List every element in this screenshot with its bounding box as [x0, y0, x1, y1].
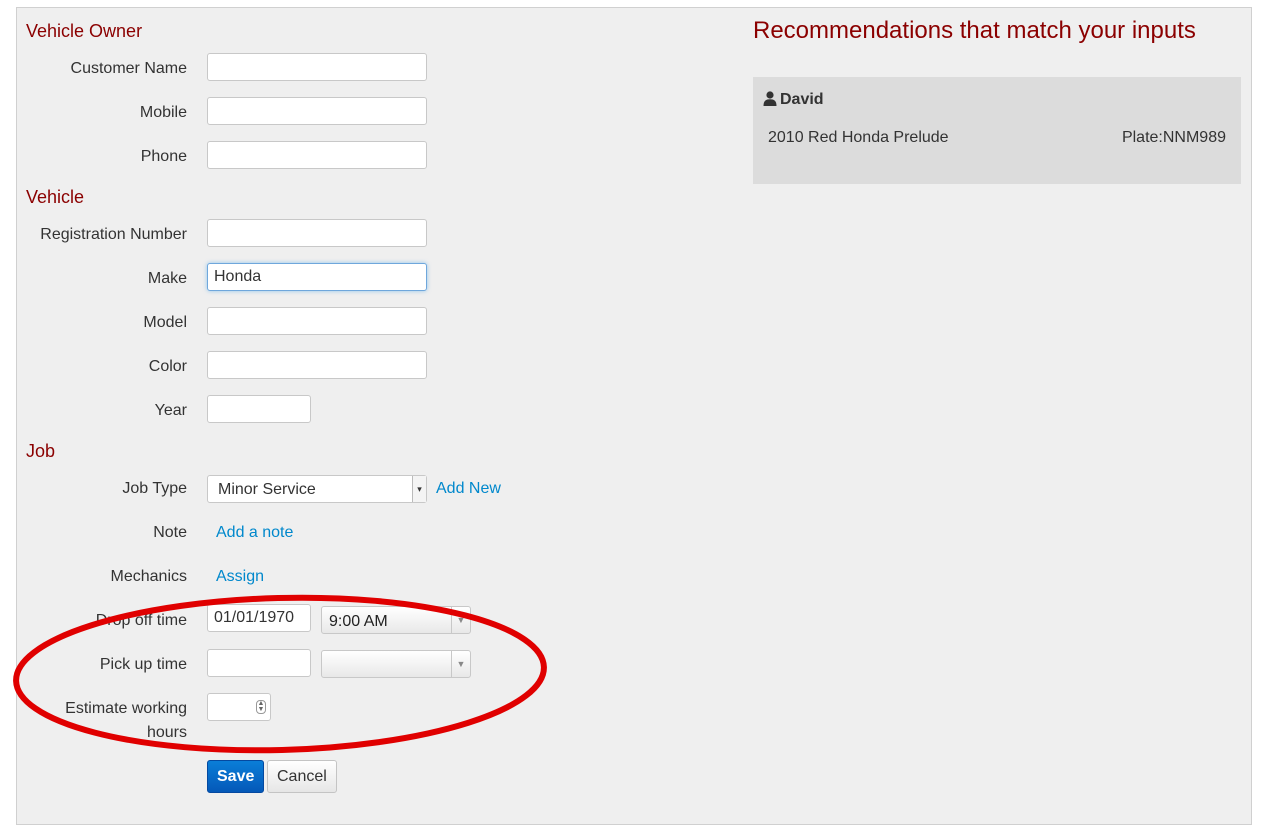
- recommendation-owner: David: [763, 91, 824, 109]
- chevron-down-icon: ▼: [451, 651, 470, 677]
- save-button[interactable]: Save: [207, 760, 265, 793]
- job-type-select[interactable]: Minor Service ▾: [207, 475, 427, 503]
- customer-name-input[interactable]: [207, 53, 427, 81]
- section-title-job: Job: [26, 441, 56, 461]
- registration-number-label: Registration Number: [40, 226, 187, 243]
- add-note-link[interactable]: Add a note: [216, 524, 293, 542]
- recommendation-card[interactable]: David 2010 Red Honda Prelude Plate:NNM98…: [753, 77, 1241, 184]
- estimate-working-hours-label-line2: hours: [146, 724, 187, 741]
- drop-off-date-input[interactable]: [207, 604, 311, 632]
- drop-off-time-label: Drop off time: [95, 612, 187, 629]
- color-label: Color: [148, 358, 187, 375]
- cancel-button[interactable]: Cancel: [267, 760, 337, 793]
- customer-name-label: Customer Name: [70, 60, 187, 77]
- estimate-hours-field[interactable]: ▲ ▼: [207, 693, 271, 721]
- job-type-selected-value: Minor Service: [218, 481, 316, 498]
- color-input[interactable]: [207, 351, 427, 379]
- add-new-job-type-link[interactable]: Add New: [436, 480, 501, 498]
- job-type-label: Job Type: [122, 480, 187, 497]
- recommendation-plate: Plate:NNM989: [1121, 129, 1226, 146]
- recommendations-title: Recommendations that match your inputs: [753, 17, 1196, 44]
- number-spinner-icon[interactable]: ▲ ▼: [256, 700, 266, 714]
- section-title-vehicle-owner: Vehicle Owner: [26, 21, 143, 41]
- model-label: Model: [143, 314, 187, 331]
- chevron-down-icon: ▼: [451, 607, 470, 633]
- phone-input[interactable]: [207, 141, 427, 169]
- pick-up-time-select[interactable]: ▼: [321, 650, 471, 678]
- year-label: Year: [154, 402, 187, 419]
- mobile-input[interactable]: [207, 97, 427, 125]
- make-input[interactable]: [207, 263, 427, 291]
- user-icon: [763, 91, 777, 106]
- phone-label: Phone: [140, 148, 187, 165]
- recommendation-owner-name: David: [780, 91, 824, 108]
- assign-mechanics-link[interactable]: Assign: [216, 568, 264, 586]
- make-label: Make: [147, 270, 187, 287]
- pick-up-date-input[interactable]: [207, 649, 311, 677]
- mechanics-label: Mechanics: [110, 568, 187, 585]
- drop-off-time-value: 9:00 AM: [329, 613, 388, 630]
- model-input[interactable]: [207, 307, 427, 335]
- drop-off-time-select[interactable]: 9:00 AM ▼: [321, 606, 471, 634]
- pick-up-time-label: Pick up time: [99, 656, 187, 673]
- note-label: Note: [153, 524, 187, 541]
- year-input[interactable]: [207, 395, 311, 423]
- mobile-label: Mobile: [139, 104, 187, 121]
- caret-down-icon: ▾: [412, 476, 426, 502]
- section-title-vehicle: Vehicle: [26, 187, 85, 207]
- registration-number-input[interactable]: [207, 219, 427, 247]
- recommendation-vehicle: 2010 Red Honda Prelude: [768, 129, 949, 146]
- estimate-working-hours-label-line1: Estimate working: [65, 700, 187, 717]
